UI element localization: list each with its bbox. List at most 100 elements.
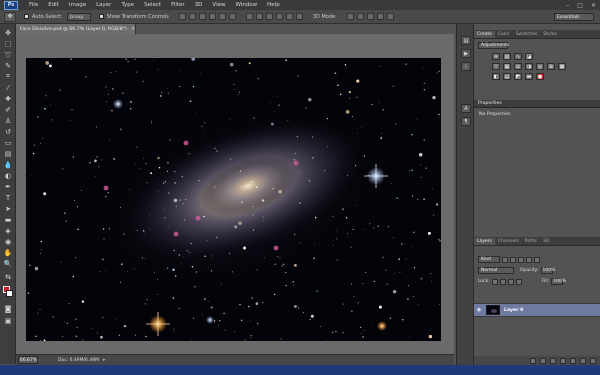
adjustments-dropdown[interactable]: Adjustments bbox=[478, 42, 509, 49]
3d-scale-icon[interactable] bbox=[386, 13, 394, 20]
filter-adjustment-icon[interactable] bbox=[510, 256, 516, 263]
eyedropper-tool-icon[interactable]: ⁄ bbox=[3, 83, 13, 92]
close-document-icon[interactable]: × bbox=[131, 26, 135, 32]
menu-window[interactable]: Window bbox=[230, 2, 262, 8]
history-brush-tool-icon[interactable]: ↺ bbox=[3, 127, 13, 136]
blur-tool-icon[interactable]: 💧 bbox=[3, 160, 13, 169]
link-layers-icon[interactable] bbox=[530, 357, 536, 364]
add-mask-icon[interactable] bbox=[550, 357, 556, 364]
exposure-icon[interactable]: ◪ bbox=[525, 53, 533, 60]
filter-pixel-icon[interactable] bbox=[502, 256, 508, 263]
marquee-tool-icon[interactable]: ⬚ bbox=[3, 39, 13, 48]
swap-colors-icon[interactable]: ⇆ bbox=[3, 272, 13, 281]
threshold-icon[interactable]: ◩ bbox=[514, 73, 522, 80]
hue-saturation-icon[interactable]: ▦ bbox=[503, 63, 511, 70]
filter-shape-icon[interactable] bbox=[526, 256, 532, 263]
delete-layer-icon[interactable] bbox=[590, 357, 596, 364]
tab-layers[interactable]: Layers bbox=[474, 238, 495, 245]
shape-tool-icon[interactable]: ▬ bbox=[3, 215, 13, 224]
pen-tool-icon[interactable]: ✒ bbox=[3, 182, 13, 191]
screen-mode-icon[interactable]: ▣ bbox=[3, 316, 13, 325]
properties-panel-title[interactable]: Properties bbox=[478, 101, 502, 106]
info-panel-icon[interactable]: i bbox=[461, 62, 471, 71]
quick-select-tool-icon[interactable]: ✎ bbox=[3, 61, 13, 70]
distribute-top-icon[interactable] bbox=[245, 13, 253, 20]
healing-brush-tool-icon[interactable]: ✚ bbox=[3, 94, 13, 103]
tab-channels[interactable]: Channels bbox=[495, 238, 522, 245]
new-layer-icon[interactable] bbox=[580, 357, 586, 364]
dodge-tool-icon[interactable]: ◐ bbox=[3, 171, 13, 180]
color-balance-icon[interactable]: ⚖ bbox=[514, 63, 522, 70]
posterize-icon[interactable]: ▤ bbox=[503, 73, 511, 80]
photo-filter-icon[interactable]: ◎ bbox=[536, 63, 544, 70]
menu-select[interactable]: Select bbox=[139, 2, 166, 8]
lock-image-icon[interactable] bbox=[499, 278, 506, 285]
status-menu-arrow-icon[interactable]: ▸ bbox=[103, 357, 106, 363]
gradient-tool-icon[interactable]: ▤ bbox=[3, 149, 13, 158]
curves-icon[interactable]: ∿ bbox=[514, 53, 522, 60]
vibrance-icon[interactable]: ▽ bbox=[492, 63, 500, 70]
filter-smart-object-icon[interactable] bbox=[534, 256, 540, 263]
lock-all-icon[interactable] bbox=[515, 278, 522, 285]
menu-type[interactable]: Type bbox=[116, 2, 139, 8]
actions-panel-icon[interactable]: ▶ bbox=[461, 49, 471, 58]
menu-image[interactable]: Image bbox=[64, 2, 91, 8]
show-transform-checkbox[interactable] bbox=[98, 14, 104, 19]
move-tool-preset-icon[interactable]: ✥ bbox=[4, 11, 16, 22]
selective-color-icon[interactable]: ● bbox=[536, 73, 544, 80]
opacity-field[interactable]: 100% bbox=[540, 267, 555, 274]
3d-rotate-icon[interactable] bbox=[346, 13, 354, 20]
clone-stamp-tool-icon[interactable]: ♙ bbox=[3, 116, 13, 125]
distribute-right-icon[interactable] bbox=[295, 13, 303, 20]
levels-icon[interactable]: ▥ bbox=[503, 53, 511, 60]
layer-visibility-eye-icon[interactable]: ◉ bbox=[474, 307, 484, 313]
background-color-swatch[interactable] bbox=[6, 290, 13, 297]
character-panel-icon[interactable]: A bbox=[461, 104, 471, 113]
tab-paths[interactable]: Paths bbox=[522, 238, 540, 245]
tab-color[interactable]: Color bbox=[495, 31, 513, 38]
layer-kind-filter[interactable]: Kind bbox=[478, 256, 500, 263]
crop-tool-icon[interactable]: ⌗ bbox=[3, 72, 13, 81]
tab-swatches[interactable]: Swatches bbox=[513, 31, 541, 38]
brush-tool-icon[interactable]: ✐ bbox=[3, 105, 13, 114]
menu-edit[interactable]: Edit bbox=[43, 2, 64, 8]
distribute-left-icon[interactable] bbox=[275, 13, 283, 20]
layer-name[interactable]: Layer 0 bbox=[504, 308, 523, 313]
align-bottom-icon[interactable] bbox=[198, 13, 206, 20]
invert-icon[interactable]: ◧ bbox=[492, 73, 500, 80]
align-hcenter-icon[interactable] bbox=[218, 13, 226, 20]
align-vcenter-icon[interactable] bbox=[188, 13, 196, 20]
paragraph-panel-icon[interactable]: ¶ bbox=[461, 117, 471, 126]
blend-mode-dropdown[interactable]: Normal bbox=[478, 267, 514, 274]
align-top-icon[interactable] bbox=[178, 13, 186, 20]
lock-position-icon[interactable] bbox=[507, 278, 514, 285]
type-tool-icon[interactable]: T bbox=[3, 193, 13, 202]
distribute-bottom-icon[interactable] bbox=[265, 13, 273, 20]
3d-tool-icon[interactable]: ◈ bbox=[3, 226, 13, 235]
3d-slide-icon[interactable] bbox=[376, 13, 384, 20]
channel-mixer-icon[interactable]: ⊕ bbox=[547, 63, 555, 70]
gradient-map-icon[interactable]: ▬ bbox=[525, 73, 533, 80]
menu-help[interactable]: Help bbox=[262, 2, 285, 8]
history-panel-icon[interactable]: ▤ bbox=[461, 36, 471, 45]
3d-camera-tool-icon[interactable]: ◉ bbox=[3, 237, 13, 246]
workspace-dropdown[interactable]: Essentials bbox=[554, 13, 594, 21]
menu-file[interactable]: File bbox=[24, 2, 43, 8]
eraser-tool-icon[interactable]: ▭ bbox=[3, 138, 13, 147]
align-right-icon[interactable] bbox=[228, 13, 236, 20]
layer-style-icon[interactable] bbox=[540, 357, 546, 364]
distribute-vcenter-icon[interactable] bbox=[255, 13, 263, 20]
black-white-icon[interactable]: ◑ bbox=[525, 63, 533, 70]
color-lookup-icon[interactable]: ▩ bbox=[558, 63, 566, 70]
new-group-icon[interactable] bbox=[570, 357, 576, 364]
galaxy-image[interactable] bbox=[26, 58, 441, 341]
menu-view[interactable]: View bbox=[207, 2, 230, 8]
tab-create[interactable]: Create bbox=[474, 31, 495, 38]
zoom-level-field[interactable]: 66.67% bbox=[18, 356, 38, 364]
move-tool-icon[interactable]: ✥ bbox=[3, 28, 13, 37]
tab-3d[interactable]: 3D bbox=[540, 238, 552, 245]
menu-3d[interactable]: 3D bbox=[190, 2, 208, 8]
layer-row[interactable]: ◉ Layer 0 bbox=[474, 303, 600, 317]
menu-filter[interactable]: Filter bbox=[166, 2, 190, 8]
align-left-icon[interactable] bbox=[208, 13, 216, 20]
